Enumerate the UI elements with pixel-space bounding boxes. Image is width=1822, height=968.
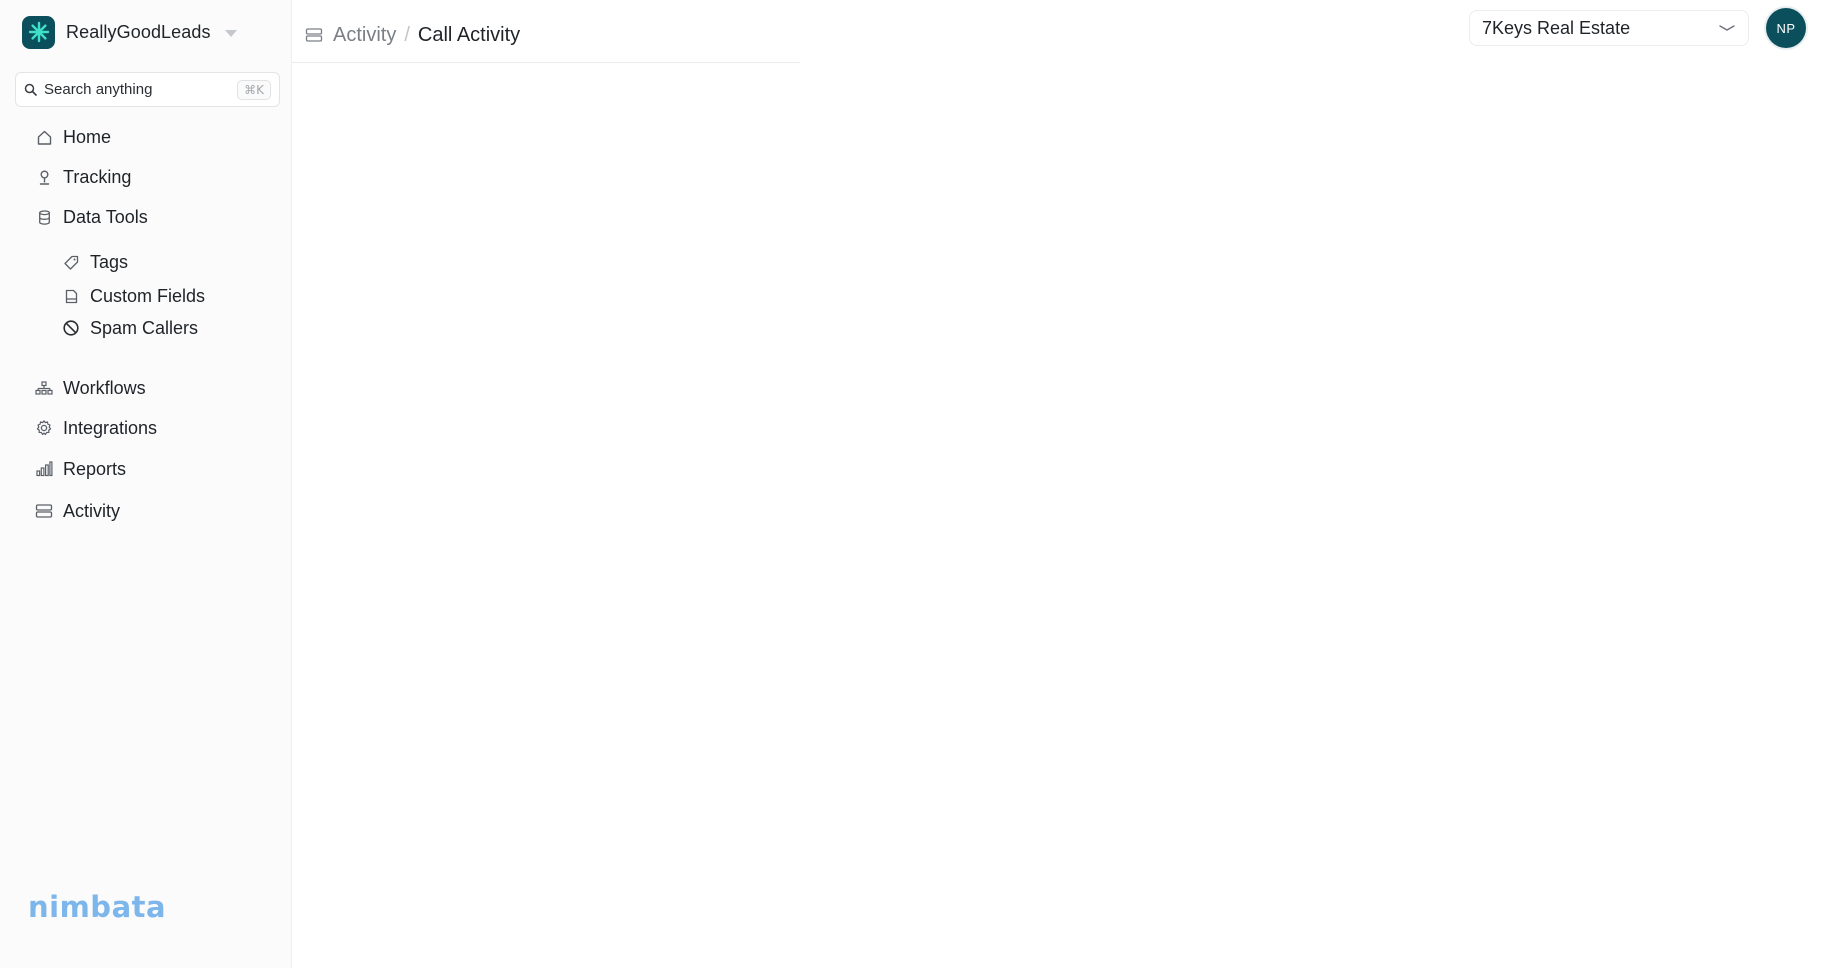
page-title: Call Activity <box>417 23 521 46</box>
tag-icon <box>61 252 81 272</box>
user-avatar[interactable]: NP <box>1766 8 1806 48</box>
sidebar-item-workflows[interactable]: Workflows <box>34 374 146 402</box>
account-select-value: 7Keys Real Estate <box>1482 17 1631 38</box>
asterisk-icon <box>28 21 49 43</box>
gear-icon <box>34 418 54 438</box>
app-root: ReallyGoodLeads ⌘K Home <box>0 0 1822 968</box>
sidebar-item-label: Tags <box>90 251 129 272</box>
sidebar-item-data-tools[interactable]: Data Tools <box>34 203 148 231</box>
activity-icon <box>34 501 54 521</box>
sidebar-item-label: Home <box>63 126 112 147</box>
sidebar-item-home[interactable]: Home <box>34 123 111 151</box>
sidebar-item-label: Activity <box>63 500 121 521</box>
sidebar-item-reports[interactable]: Reports <box>34 455 126 483</box>
sidebar-subitem-spam-callers[interactable]: Spam Callers <box>61 314 198 342</box>
sidebar: ReallyGoodLeads ⌘K Home <box>0 0 292 968</box>
brand-logo <box>22 15 55 49</box>
sidebar-item-label: Reports <box>63 458 127 479</box>
search-input[interactable] <box>44 81 234 98</box>
database-icon <box>34 207 54 227</box>
nimbata-logo: nimbata <box>28 890 167 924</box>
sidebar-item-activity[interactable]: Activity <box>34 497 120 525</box>
breadcrumb-parent-link[interactable]: Activity <box>333 24 396 47</box>
block-icon <box>61 318 81 338</box>
breadcrumb-separator: / <box>404 23 410 46</box>
sidebar-item-label: Spam Callers <box>90 317 199 338</box>
chevron-down-icon <box>1718 23 1736 33</box>
workspace-name: ReallyGoodLeads <box>66 21 211 42</box>
search-icon <box>24 83 38 97</box>
sidebar-item-label: Workflows <box>63 377 146 398</box>
workflow-icon <box>34 378 54 398</box>
sidebar-item-label: Custom Fields <box>90 285 206 306</box>
sidebar-item-tracking[interactable]: Tracking <box>34 163 131 191</box>
bar-chart-icon <box>34 459 54 479</box>
sidebar-item-integrations[interactable]: Integrations <box>34 414 157 442</box>
sidebar-item-label: Tracking <box>63 166 132 187</box>
sidebar-item-label: Data Tools <box>63 206 148 227</box>
header-divider <box>292 62 800 63</box>
sidebar-subitem-tags[interactable]: Tags <box>61 248 128 276</box>
sidebar-item-label: Integrations <box>63 417 158 438</box>
search-box[interactable]: ⌘K <box>15 72 280 107</box>
activity-icon <box>305 25 325 45</box>
document-icon <box>61 286 81 306</box>
workspace-switcher[interactable]: ReallyGoodLeads <box>22 15 237 49</box>
caret-down-icon <box>224 29 237 37</box>
tracking-icon <box>34 167 54 187</box>
sidebar-subitem-custom-fields[interactable]: Custom Fields <box>61 282 205 310</box>
account-select[interactable]: 7Keys Real Estate <box>1469 10 1749 46</box>
main-content: Activity / Call Activity 7Keys Real Esta… <box>292 0 1822 968</box>
home-icon <box>34 127 54 147</box>
breadcrumb: Activity / Call Activity <box>305 22 520 48</box>
search-shortcut-badge: ⌘K <box>237 79 271 100</box>
